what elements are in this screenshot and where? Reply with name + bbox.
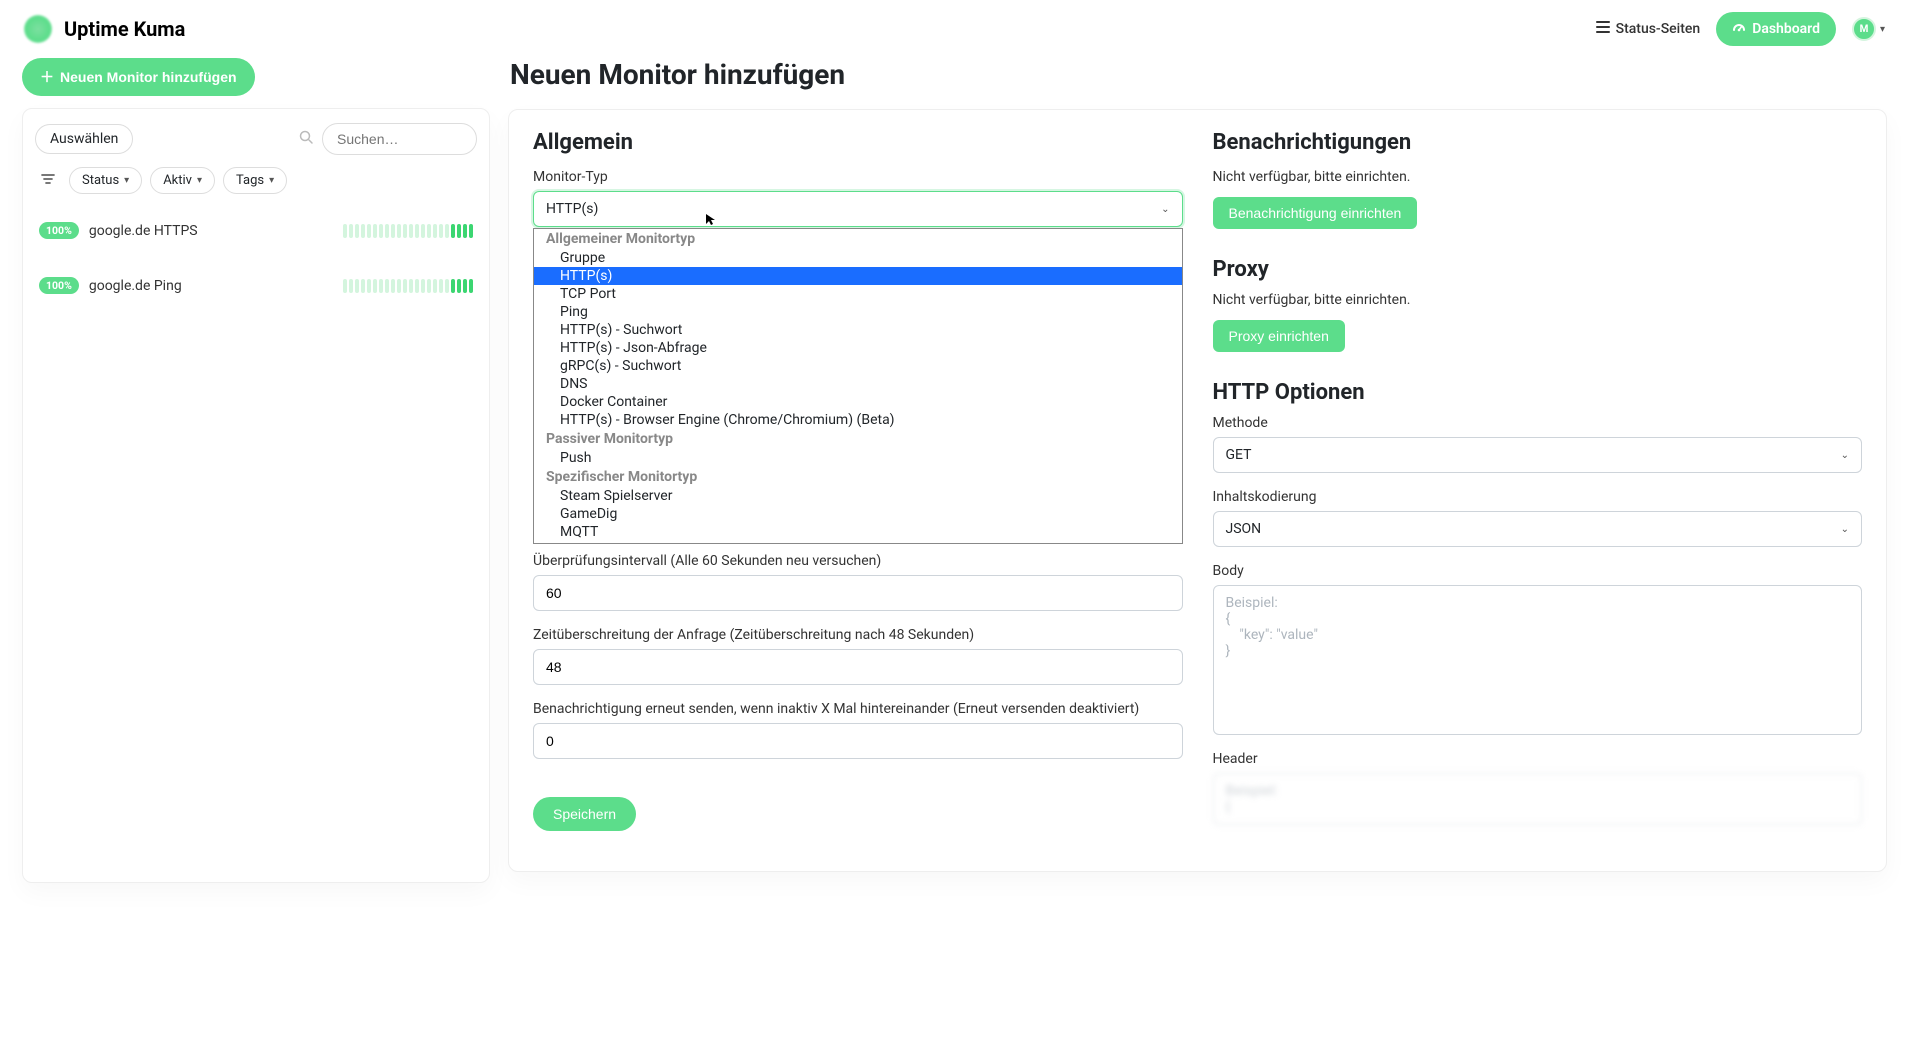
header-nav: Status-Seiten Dashboard M ▾ xyxy=(1596,12,1885,46)
plus-icon: ＋ xyxy=(40,67,54,87)
status-badge: 100% xyxy=(39,277,79,294)
filter-status[interactable]: Status▾ xyxy=(69,167,142,194)
select-mode-button[interactable]: Auswählen xyxy=(35,124,133,154)
header-textarea[interactable]: Beispiel: { xyxy=(1213,773,1863,825)
chevron-down-icon: ⌄ xyxy=(1841,524,1849,535)
chevron-down-icon: ▾ xyxy=(1880,24,1885,35)
body-label: Body xyxy=(1213,563,1863,579)
filter-tags[interactable]: Tags▾ xyxy=(223,167,287,194)
dashboard-button[interactable]: Dashboard xyxy=(1716,12,1836,46)
setup-proxy-button[interactable]: Proxy einrichten xyxy=(1213,320,1345,352)
select-option[interactable]: HTTP(s) xyxy=(534,267,1182,285)
list-icon xyxy=(1596,20,1610,38)
add-monitor-button[interactable]: ＋ Neuen Monitor hinzufügen xyxy=(22,58,255,96)
interval-label: Überprüfungsintervall (Alle 60 Sekunden … xyxy=(533,553,1183,569)
select-option[interactable]: TCP Port xyxy=(534,285,1182,303)
monitor-type-value: HTTP(s) xyxy=(546,201,598,217)
heartbeat-bars xyxy=(343,279,473,293)
gauge-icon xyxy=(1732,20,1746,38)
select-option[interactable]: Kafka Producer xyxy=(534,541,1182,544)
brand[interactable]: Uptime Kuma xyxy=(24,15,185,43)
option-group: Passiver Monitortyp xyxy=(534,429,1182,449)
chevron-down-icon: ▾ xyxy=(269,175,274,186)
setup-notification-button[interactable]: Benachrichtigung einrichten xyxy=(1213,197,1418,229)
notifications-note: Nicht verfügbar, bitte einrichten. xyxy=(1213,169,1863,185)
option-group: Allgemeiner Monitortyp xyxy=(534,229,1182,249)
proxy-heading: Proxy xyxy=(1213,257,1863,282)
search-input[interactable] xyxy=(322,123,477,155)
notifications-heading: Benachrichtigungen xyxy=(1213,130,1863,155)
monitor-list: 100% google.de HTTPS 100% google.de Ping xyxy=(35,212,477,322)
sidebar: ＋ Neuen Monitor hinzufügen Auswählen Sta… xyxy=(22,58,490,883)
encoding-label: Inhaltskodierung xyxy=(1213,489,1863,505)
heartbeat-bars xyxy=(343,224,473,238)
select-option[interactable]: HTTP(s) - Browser Engine (Chrome/Chromiu… xyxy=(534,411,1182,429)
select-option[interactable]: Push xyxy=(534,449,1182,467)
encoding-value: JSON xyxy=(1226,521,1262,537)
monitor-name: google.de Ping xyxy=(89,278,343,294)
page-title: Neuen Monitor hinzufügen xyxy=(508,58,1887,91)
timeout-label: Zeitüberschreitung der Anfrage (Zeitüber… xyxy=(533,627,1183,643)
chevron-down-icon: ⌄ xyxy=(1161,204,1169,215)
option-group: Spezifischer Monitortyp xyxy=(534,467,1182,487)
monitor-type-select[interactable]: HTTP(s) ⌄ xyxy=(533,191,1183,227)
method-label: Methode xyxy=(1213,415,1863,431)
select-option[interactable]: DNS xyxy=(534,375,1182,393)
add-monitor-label: Neuen Monitor hinzufügen xyxy=(60,69,237,85)
monitor-type-dropdown[interactable]: Allgemeiner MonitortypGruppeHTTP(s)TCP P… xyxy=(533,228,1183,544)
proxy-note: Nicht verfügbar, bitte einrichten. xyxy=(1213,292,1863,308)
select-option[interactable]: Steam Spielserver xyxy=(534,487,1182,505)
select-option[interactable]: GameDig xyxy=(534,505,1182,523)
encoding-select[interactable]: JSON ⌄ xyxy=(1213,511,1863,547)
brand-logo-icon xyxy=(24,15,52,43)
resend-label: Benachrichtigung erneut senden, wenn ina… xyxy=(533,701,1183,717)
header-label: Header xyxy=(1213,751,1863,767)
save-button[interactable]: Speichern xyxy=(533,797,636,831)
main-content: Neuen Monitor hinzufügen Allgemein Monit… xyxy=(508,58,1887,872)
filter-icon[interactable] xyxy=(35,173,61,189)
select-option[interactable]: Ping xyxy=(534,303,1182,321)
select-option[interactable]: HTTP(s) - Json-Abfrage xyxy=(534,339,1182,357)
select-option[interactable]: gRPC(s) - Suchwort xyxy=(534,357,1182,375)
status-pages-label: Status-Seiten xyxy=(1616,21,1701,37)
timeout-input[interactable] xyxy=(533,649,1183,685)
select-option[interactable]: MQTT xyxy=(534,523,1182,541)
monitor-type-label: Monitor-Typ xyxy=(533,169,1183,185)
http-options-heading: HTTP Optionen xyxy=(1213,380,1863,405)
monitor-item[interactable]: 100% google.de HTTPS xyxy=(35,212,477,267)
general-heading: Allgemein xyxy=(533,130,1183,155)
chevron-down-icon: ⌄ xyxy=(1841,450,1849,461)
status-pages-link[interactable]: Status-Seiten xyxy=(1596,20,1701,38)
select-option[interactable]: Gruppe xyxy=(534,249,1182,267)
general-section: Allgemein Monitor-Typ HTTP(s) ⌄ Allgemei… xyxy=(533,130,1183,831)
method-select[interactable]: GET ⌄ xyxy=(1213,437,1863,473)
chevron-down-icon: ▾ xyxy=(197,175,202,186)
method-value: GET xyxy=(1226,447,1252,463)
interval-input[interactable] xyxy=(533,575,1183,611)
select-option[interactable]: HTTP(s) - Suchwort xyxy=(534,321,1182,339)
select-option[interactable]: Docker Container xyxy=(534,393,1182,411)
search-icon xyxy=(299,130,314,149)
right-column: Benachrichtigungen Nicht verfügbar, bitt… xyxy=(1213,130,1863,831)
status-badge: 100% xyxy=(39,222,79,239)
chevron-down-icon: ▾ xyxy=(124,175,129,186)
monitor-item[interactable]: 100% google.de Ping xyxy=(35,267,477,322)
app-header: Uptime Kuma Status-Seiten Dashboard M ▾ xyxy=(0,0,1909,58)
monitor-list-panel: Auswählen Status▾ Aktiv▾ Tags▾ 100% googl… xyxy=(22,108,490,883)
body-textarea[interactable]: Beispiel: { "key": "value" } xyxy=(1213,585,1863,735)
dashboard-label: Dashboard xyxy=(1752,21,1820,37)
brand-title: Uptime Kuma xyxy=(64,17,185,41)
user-menu[interactable]: M ▾ xyxy=(1852,17,1885,41)
resend-input[interactable] xyxy=(533,723,1183,759)
avatar: M xyxy=(1852,17,1876,41)
filter-active[interactable]: Aktiv▾ xyxy=(150,167,215,194)
monitor-name: google.de HTTPS xyxy=(89,223,343,239)
